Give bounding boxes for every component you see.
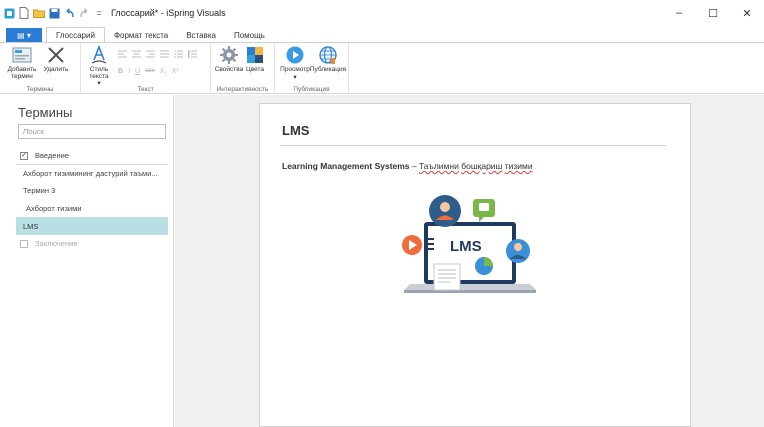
underline-button[interactable]: U [135, 68, 140, 75]
italic-button[interactable]: I [128, 68, 130, 75]
quick-access-toolbar: = [0, 7, 105, 19]
align-center-icon[interactable] [132, 50, 141, 58]
add-term-label: Добавить термин [7, 66, 37, 80]
lms-illustration[interactable]: LMS [390, 194, 550, 306]
publish-label: Публикация [309, 66, 347, 73]
delete-term-label: Удалить [43, 66, 69, 73]
preview-dropdown-icon[interactable]: ▾ [293, 74, 296, 81]
terms-panel-title: Термины [18, 105, 73, 120]
search-input[interactable]: Поиск [18, 124, 166, 139]
ribbon-group-publish: Просмотр ▾ Публикация Публикация [275, 43, 349, 94]
term-item[interactable]: Ахборот тизимининг дастурий таъми... [16, 165, 168, 182]
file-menu-button[interactable]: ▤ ▾ [6, 28, 42, 43]
tab-text-format[interactable]: Формат текста [105, 28, 177, 43]
save-icon[interactable] [48, 7, 60, 19]
window-title: Глоссарий* - iSpring Visuals [111, 8, 226, 18]
subscript-button[interactable]: X₁ [160, 68, 167, 75]
close-button[interactable]: ✕ [730, 0, 764, 26]
properties-label: Свойства [214, 66, 244, 73]
interactivity-group-label: Интерактивность [216, 86, 269, 93]
colors-label: Цвета [245, 66, 265, 73]
publish-group-label: Публикация [293, 86, 330, 93]
laptop-base-edge [404, 290, 536, 293]
title-bar: = Глоссарий* - iSpring Visuals – ☐ ✕ [0, 0, 764, 26]
alignment-row [118, 47, 197, 61]
strikethrough-button[interactable]: abc [145, 68, 155, 74]
preview-label: Просмотр [280, 66, 310, 73]
minimize-button[interactable]: – [662, 0, 696, 26]
ribbon-group-interactivity: Свойства Цвета Интерактивность [211, 43, 275, 94]
window-controls: – ☐ ✕ [662, 0, 764, 26]
title-divider [280, 145, 666, 146]
ribbon: Добавить термин Удалить Термины Стиль те… [0, 42, 764, 94]
tab-glossary[interactable]: Глоссарий [46, 27, 105, 43]
delete-x-icon [45, 45, 67, 65]
play-icon [284, 45, 306, 65]
terms-panel: Термины Поиск ✓ Введение Ахборот тизимин… [0, 95, 174, 427]
format-row: B I U abc X₁ X¹ [118, 64, 197, 78]
intro-label: Введение [35, 151, 69, 160]
align-left-icon[interactable] [118, 50, 127, 58]
bullets-icon[interactable] [174, 50, 183, 58]
definition-separator: – [409, 161, 419, 171]
app-icon[interactable] [3, 7, 15, 19]
document-icon [433, 263, 461, 291]
intro-checkbox[interactable]: ✓ [20, 151, 28, 160]
add-term-icon [11, 45, 33, 65]
new-file-icon[interactable] [18, 7, 30, 19]
definition-word: Таълимни [419, 161, 459, 171]
palette-icon [244, 45, 266, 65]
term-definition[interactable]: Learning Management Systems – Таълимни б… [282, 161, 533, 171]
terms-group-label: Термины [26, 86, 54, 93]
customize-icon[interactable]: = [93, 7, 105, 19]
conclusion-checkbox[interactable] [20, 239, 28, 248]
text-style-label: Стиль текста ▾ [89, 66, 109, 87]
term-item-selected[interactable]: LMS [16, 217, 168, 235]
definition-word: тизими [504, 161, 533, 171]
redo-icon[interactable] [78, 7, 90, 19]
superscript-button[interactable]: X¹ [172, 68, 179, 75]
align-right-icon[interactable] [146, 50, 155, 58]
text-style-icon [88, 45, 110, 65]
definition-word: бошқариш [461, 161, 503, 171]
laptop-base [404, 284, 536, 290]
tab-insert[interactable]: Вставка [177, 28, 225, 43]
term-title[interactable]: LMS [282, 123, 309, 138]
ribbon-group-text: Стиль текста ▾ B I U abc X₁ X¹ Текст [81, 43, 211, 94]
undo-icon[interactable] [63, 7, 75, 19]
text-group-label: Текст [137, 86, 154, 93]
intro-item[interactable]: ✓ Введение [16, 147, 168, 164]
open-folder-icon[interactable] [33, 7, 45, 19]
bold-button[interactable]: B [118, 68, 123, 75]
term-page: LMS Learning Management Systems – Таълим… [259, 103, 691, 427]
term-item[interactable]: Ахборот тизими [16, 200, 168, 217]
gear-icon [218, 45, 240, 65]
maximize-button[interactable]: ☐ [696, 0, 730, 26]
globe-icon [317, 45, 339, 65]
ribbon-tabs: ▤ ▾ Глоссарий Формат текста Вставка Помо… [0, 26, 764, 43]
editor-workspace: LMS Learning Management Systems – Таълим… [175, 95, 764, 427]
lms-logo-text: LMS [450, 238, 482, 255]
tab-help[interactable]: Помощь [225, 28, 274, 43]
ribbon-group-terms: Добавить термин Удалить Термины [0, 43, 81, 94]
term-item[interactable]: Термин 3 [16, 182, 168, 199]
justify-icon[interactable] [160, 50, 169, 58]
numbering-icon[interactable] [188, 50, 197, 58]
definition-term: Learning Management Systems [282, 161, 410, 171]
conclusion-label: Заключение [35, 239, 78, 248]
conclusion-item[interactable]: Заключение [16, 235, 168, 252]
